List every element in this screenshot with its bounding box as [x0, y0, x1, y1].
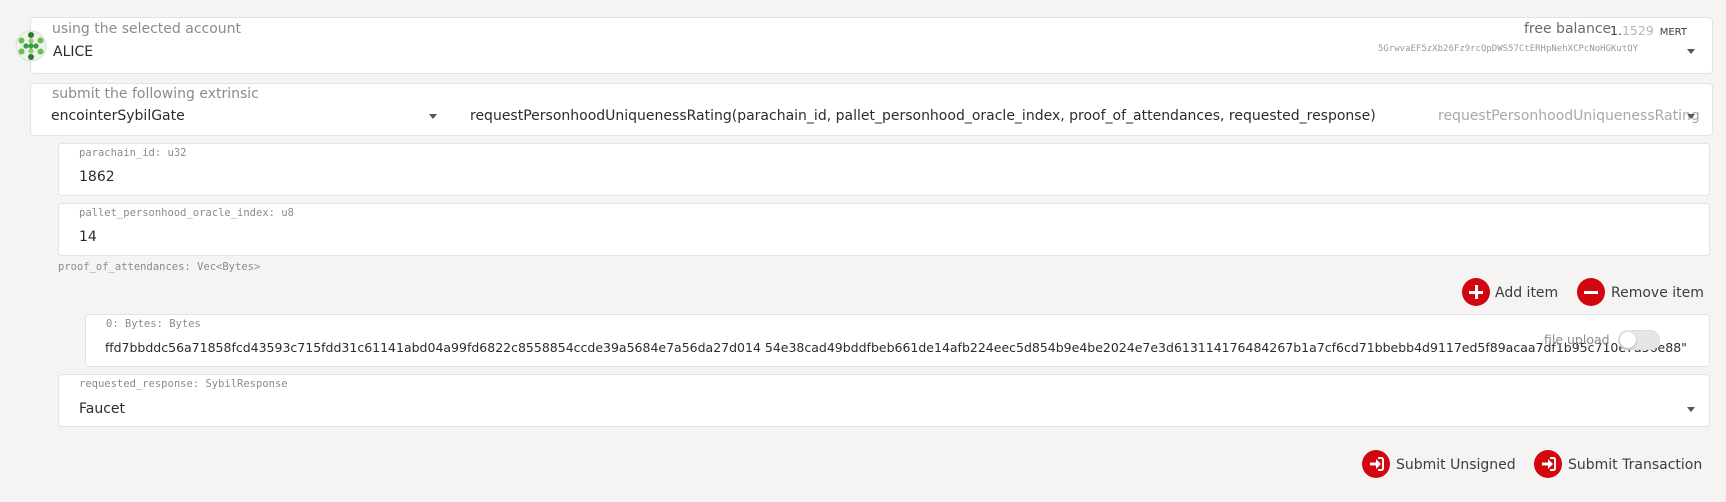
file-upload-toggle[interactable] — [1618, 330, 1660, 350]
free-balance-label: free balance — [1524, 21, 1612, 37]
account-address: 5GrwvaEF5zXb26Fz9rcQpDWS57CtERHpNehXCPcN… — [1378, 44, 1639, 54]
account-avatar-icon — [15, 30, 47, 62]
bytes-item-field[interactable]: 0: Bytes: Bytes ffd7bbddc56a71858fcd4359… — [85, 314, 1710, 367]
bytes-item-label: 0: Bytes: Bytes — [106, 318, 201, 330]
pallet-dropdown-chevron-icon[interactable] — [429, 114, 437, 119]
extrinsic-label: submit the following extrinsic — [52, 86, 259, 102]
minus-icon — [1584, 290, 1598, 294]
bytes-item-input[interactable]: ffd7bbddc56a71858fcd43593c715fdd31c61141… — [105, 340, 1687, 355]
oracle-index-label: pallet_personhood_oracle_index: u8 — [79, 207, 294, 219]
call-signature: requestPersonhoodUniquenessRating(parach… — [470, 108, 1376, 124]
oracle-index-field[interactable] — [58, 203, 1710, 256]
account-dropdown-chevron-icon[interactable] — [1687, 49, 1695, 54]
call-dropdown-chevron-icon[interactable] — [1687, 114, 1695, 119]
parachain-id-label: parachain_id: u32 — [79, 147, 187, 159]
sign-in-icon — [1542, 457, 1556, 471]
submit-transaction-label[interactable]: Submit Transaction — [1568, 457, 1702, 473]
requested-response-label: requested_response: SybilResponse — [79, 378, 288, 390]
parachain-id-field[interactable] — [58, 143, 1710, 196]
call-name: requestPersonhoodUniquenessRating — [1438, 108, 1700, 124]
requested-response-select[interactable] — [58, 374, 1710, 427]
submit-unsigned-label[interactable]: Submit Unsigned — [1396, 457, 1516, 473]
remove-item-label[interactable]: Remove item — [1611, 285, 1704, 301]
free-balance-value: 1.1529 MERT — [1610, 23, 1688, 38]
submit-unsigned-button[interactable] — [1362, 450, 1390, 478]
requested-response-chevron-icon[interactable] — [1687, 407, 1695, 412]
proof-of-attendances-label: proof_of_attendances: Vec<Bytes> — [58, 261, 261, 273]
submit-transaction-button[interactable] — [1534, 450, 1562, 478]
add-item-button[interactable] — [1462, 278, 1490, 306]
add-item-label[interactable]: Add item — [1495, 285, 1558, 301]
sign-in-icon — [1370, 457, 1384, 471]
pallet-select-value: encointerSybilGate — [51, 108, 185, 124]
oracle-index-input[interactable]: 14 — [79, 229, 97, 245]
account-label: using the selected account — [52, 21, 242, 37]
parachain-id-input[interactable]: 1862 — [79, 169, 115, 185]
file-upload-label: file upload — [1544, 332, 1610, 347]
remove-item-button[interactable] — [1577, 278, 1605, 306]
account-name: ALICE — [53, 44, 94, 60]
requested-response-value: Faucet — [79, 401, 126, 417]
